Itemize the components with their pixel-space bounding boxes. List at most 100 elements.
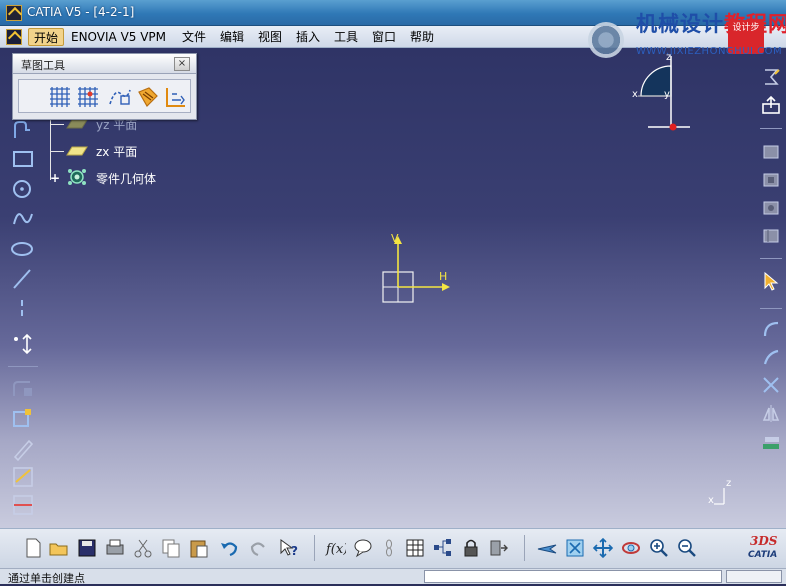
toolbar-separator: [524, 535, 525, 561]
rectangle-icon[interactable]: [10, 146, 36, 172]
new-file-icon[interactable]: [22, 537, 44, 559]
menu-enovia[interactable]: ENOVIA V5 VPM: [66, 28, 171, 46]
hierarchy-icon[interactable]: [432, 537, 454, 559]
zoom-out-icon[interactable]: [676, 537, 698, 559]
constraint-icon[interactable]: [10, 464, 36, 490]
update-icon[interactable]: [760, 66, 782, 88]
ellipse-icon[interactable]: [10, 236, 36, 262]
zoom-in-icon[interactable]: [648, 537, 670, 559]
exit-workbench-icon[interactable]: [760, 94, 782, 116]
undo-icon[interactable]: [218, 537, 240, 559]
document-menu-icon[interactable]: [6, 29, 22, 45]
line-icon[interactable]: [10, 266, 36, 292]
spline-icon[interactable]: [10, 206, 36, 232]
status-indicator: [726, 570, 782, 583]
compass-x-label: x: [632, 89, 638, 100]
arc-icon[interactable]: [760, 318, 782, 340]
status-bar: 通过单击创建点: [0, 568, 786, 585]
redo-icon[interactable]: [248, 537, 270, 559]
menu-window[interactable]: 窗口: [367, 28, 401, 46]
whats-this-icon[interactable]: ?: [278, 537, 300, 559]
toolbar-separator: [760, 128, 782, 129]
toolbar-separator: [314, 535, 315, 561]
formula-icon[interactable]: f(x): [324, 537, 346, 559]
fit-all-icon[interactable]: [564, 537, 586, 559]
window-title: CATIA V5 - [4-2-1]: [27, 5, 135, 19]
part-body-icon: [68, 169, 86, 185]
circle-icon[interactable]: [10, 176, 36, 202]
geometric-constraints-icon[interactable]: [135, 84, 161, 110]
tree-branch-line: [50, 124, 64, 125]
toolbar-separator: [760, 308, 782, 309]
save-icon[interactable]: [76, 537, 98, 559]
lock-icon[interactable]: [460, 537, 482, 559]
comment-icon[interactable]: [352, 537, 374, 559]
intersection-icon[interactable]: [760, 374, 782, 396]
construction-element-icon[interactable]: [107, 84, 133, 110]
tree-branch-line: [50, 151, 64, 152]
sketch-origin[interactable]: V H: [380, 232, 455, 304]
menu-file[interactable]: 文件: [177, 28, 211, 46]
compass-graphic: [638, 56, 690, 131]
menu-insert[interactable]: 插入: [291, 28, 325, 46]
origin-v-label: V: [391, 232, 399, 245]
mirror-icon[interactable]: [760, 402, 782, 424]
shaft-icon[interactable]: [760, 196, 782, 218]
chain-icon[interactable]: [378, 537, 400, 559]
axis-icon[interactable]: [10, 296, 36, 322]
cut-icon[interactable]: [132, 537, 154, 559]
hole-icon[interactable]: [760, 224, 782, 246]
svg-text:?: ?: [291, 544, 298, 558]
palette-title-bar[interactable]: 草图工具 ×: [13, 54, 196, 74]
rotate-icon[interactable]: [620, 537, 642, 559]
gear-icon: [588, 22, 624, 58]
profile-icon[interactable]: [10, 118, 36, 144]
bottom-toolbar: ? f(x) 3DS CATIA: [0, 528, 786, 568]
toolbar-separator: [760, 258, 782, 259]
ds-logo-text: 3DS: [750, 534, 778, 548]
tree-node-label: 零件几何体: [96, 172, 157, 186]
right-toolbar: [756, 60, 786, 470]
menu-help[interactable]: 帮助: [405, 28, 439, 46]
toolbar-separator: [8, 366, 38, 367]
compass-y-label: y: [664, 89, 670, 100]
print-icon[interactable]: [104, 537, 126, 559]
open-folder-icon[interactable]: [48, 537, 70, 559]
edit-pencil-icon[interactable]: [10, 436, 36, 462]
corner-x-label: x: [708, 495, 714, 506]
dimensional-constraints-icon[interactable]: [163, 84, 189, 110]
copy-icon[interactable]: [160, 537, 182, 559]
publish-icon[interactable]: [488, 537, 510, 559]
table-icon[interactable]: [404, 537, 426, 559]
sketch-tools-palette[interactable]: 草图工具 ×: [12, 53, 197, 120]
catia-app-icon[interactable]: [6, 5, 22, 21]
menu-start[interactable]: 开始: [28, 28, 65, 46]
catia-logo-text: CATIA: [748, 550, 778, 560]
palette-close-button[interactable]: ×: [174, 57, 190, 71]
pan-icon[interactable]: [592, 537, 614, 559]
three-point-arc-icon[interactable]: [760, 346, 782, 368]
corner-axis-triad: z x: [704, 476, 740, 510]
tree-expand-toggle[interactable]: +: [50, 172, 60, 184]
pocket-icon[interactable]: [760, 168, 782, 190]
grid-icon[interactable]: [47, 84, 73, 110]
view-compass[interactable]: z x y: [628, 48, 698, 134]
pad-icon[interactable]: [760, 140, 782, 162]
menu-view[interactable]: 视图: [253, 28, 287, 46]
command-input[interactable]: [424, 570, 722, 583]
snap-to-point-icon[interactable]: [75, 84, 101, 110]
fly-mode-icon[interactable]: [536, 537, 558, 559]
menu-edit[interactable]: 编辑: [215, 28, 249, 46]
compass-z-label: z: [666, 52, 672, 63]
corner-icon[interactable]: [10, 376, 36, 402]
menu-tools[interactable]: 工具: [329, 28, 363, 46]
left-toolbar: [0, 48, 44, 528]
point-icon[interactable]: [10, 331, 36, 357]
trim-icon[interactable]: [10, 406, 36, 432]
offset-icon[interactable]: [760, 432, 782, 454]
plane-icon: [66, 146, 88, 156]
dimension-icon[interactable]: [10, 492, 36, 518]
paste-icon[interactable]: [188, 537, 210, 559]
tree-trunk-line: [50, 110, 51, 180]
select-arrow-icon[interactable]: [760, 270, 782, 292]
